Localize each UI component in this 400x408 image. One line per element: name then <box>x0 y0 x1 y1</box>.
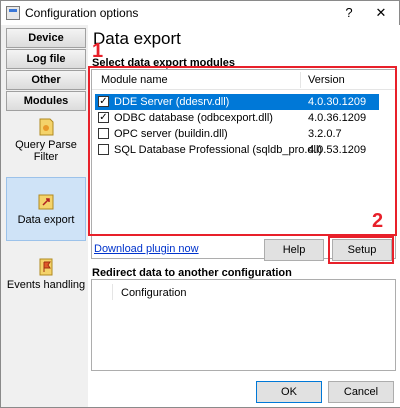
window-title: Configuration options <box>25 6 139 20</box>
title-bar: Configuration options ? ✕ <box>1 1 399 25</box>
annotation-box-setup <box>328 236 394 264</box>
annotation-box-modules <box>88 66 397 236</box>
column-header-configuration[interactable]: Configuration <box>121 287 186 299</box>
annotation-number-2: 2 <box>372 210 384 232</box>
configuration-list[interactable]: Configuration <box>91 279 396 371</box>
nav-other-button[interactable]: Other <box>6 70 86 90</box>
left-navigation: Device Log file Other Modules Query Pars… <box>2 25 88 407</box>
nav-item-label: Data export <box>17 214 75 226</box>
annotation-number-1: 1 <box>92 40 104 62</box>
help-title-button[interactable]: ? <box>339 4 359 22</box>
cancel-button[interactable]: Cancel <box>328 381 394 403</box>
ok-button[interactable]: OK <box>256 381 322 403</box>
nav-modules-button[interactable]: Modules <box>6 91 86 111</box>
export-icon <box>38 194 54 210</box>
close-button[interactable]: ✕ <box>371 4 391 22</box>
nav-item-query-parse-filter[interactable]: Query Parse Filter <box>6 117 86 167</box>
nav-device-button[interactable]: Device <box>6 28 86 48</box>
help-button[interactable]: Help <box>264 239 324 261</box>
nav-item-events-handling[interactable]: Events handling <box>6 257 86 297</box>
flag-icon <box>39 258 53 276</box>
app-icon <box>6 6 20 20</box>
nav-item-data-export[interactable]: Data export <box>6 177 86 241</box>
page-title: Data export <box>93 29 181 48</box>
filter-icon <box>39 118 54 136</box>
nav-log-file-button[interactable]: Log file <box>6 49 86 69</box>
nav-item-label: Events handling <box>6 279 86 291</box>
nav-item-label: Query Parse Filter <box>15 139 77 163</box>
column-separator <box>112 284 113 300</box>
download-plugin-link[interactable]: Download plugin now <box>94 243 199 255</box>
redirect-section-label: Redirect data to another configuration <box>92 267 292 279</box>
